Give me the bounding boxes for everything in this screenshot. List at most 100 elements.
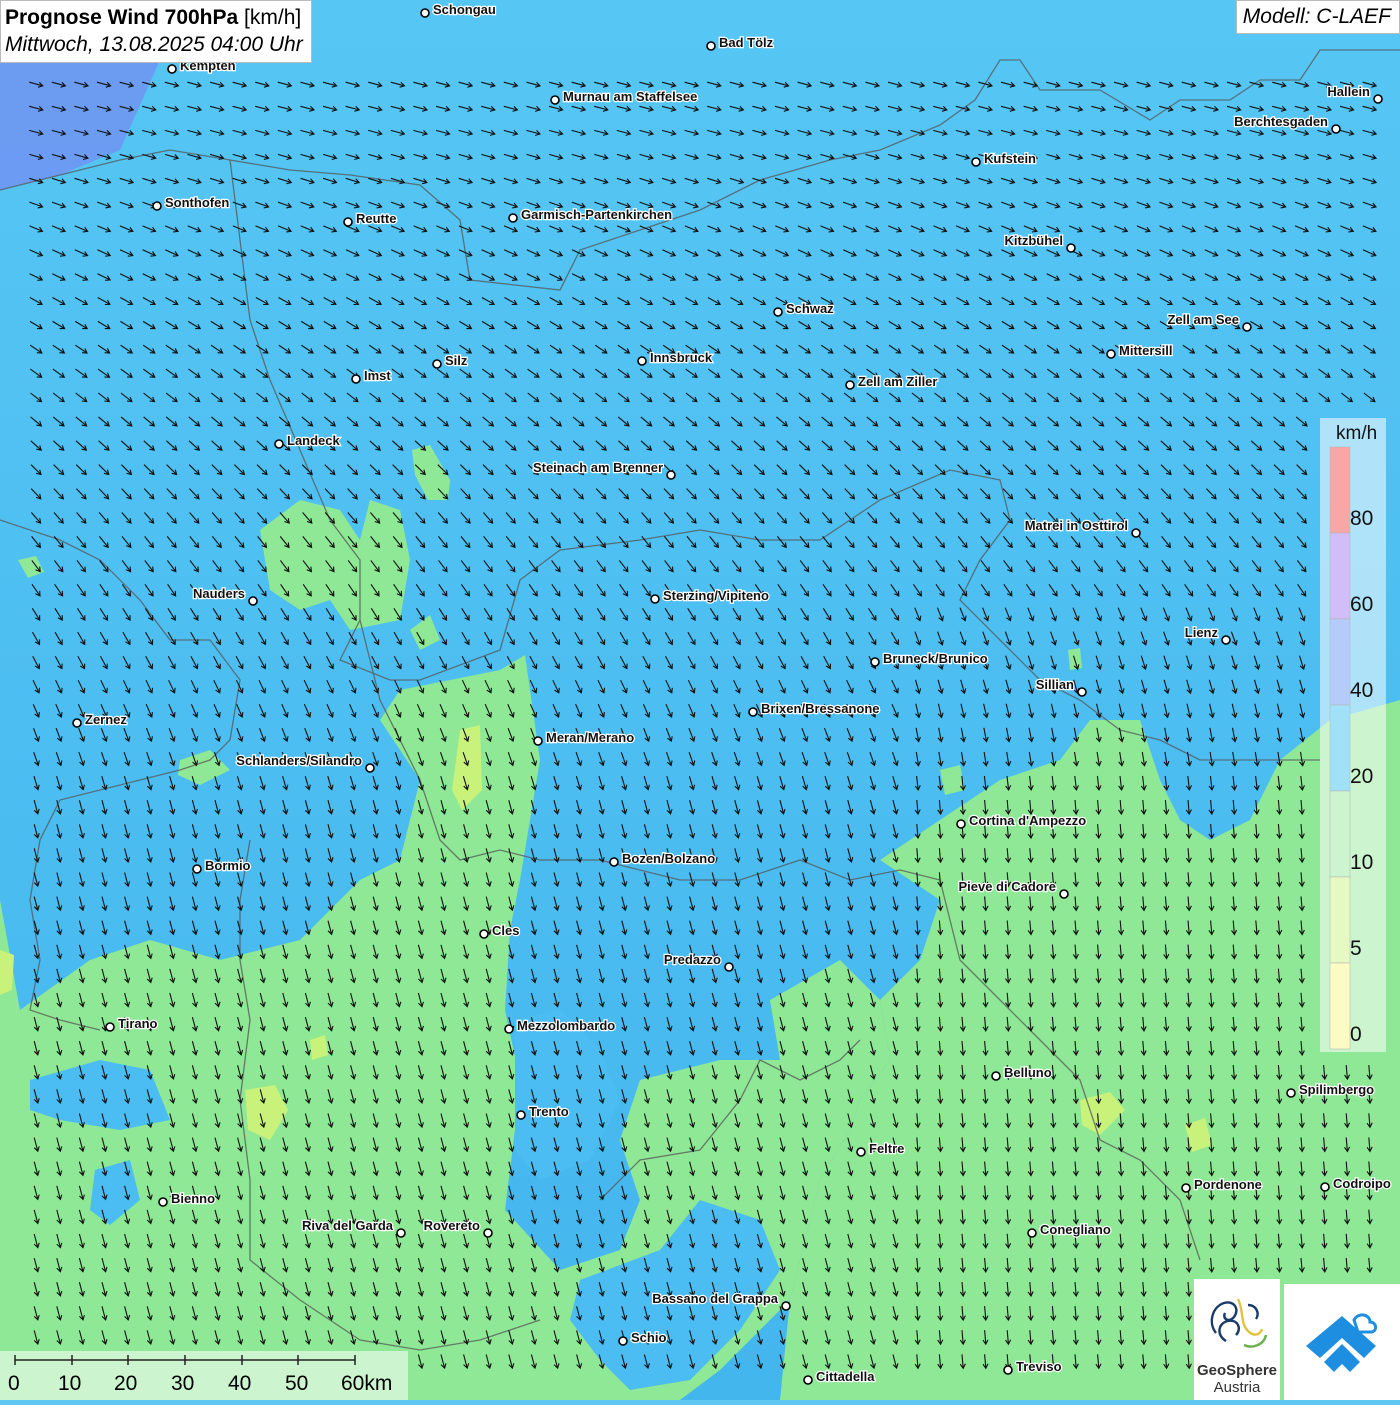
forecast-datetime: Mittwoch, 13.08.2025 04:00 Uhr	[5, 33, 303, 56]
city-dot	[971, 157, 981, 167]
legend-label: 60	[1350, 593, 1374, 616]
city-dot	[365, 763, 375, 773]
city-dot	[1242, 322, 1252, 332]
city-marker: Sterzing/Vipiteno	[650, 587, 770, 604]
model-label: Modell: C-LAEF	[1235, 0, 1400, 34]
city-dot	[167, 64, 177, 74]
city-label: Sonthofen	[165, 195, 229, 210]
scale-label: 50	[285, 1372, 309, 1395]
city-marker: Meran/Merano	[533, 729, 635, 746]
city-label: Cles	[492, 923, 519, 938]
city-dot	[248, 596, 258, 606]
warning-cloud-icon	[1306, 1313, 1378, 1372]
city-marker: Bruneck/Brunico	[870, 650, 989, 667]
city-dot	[1181, 1183, 1191, 1193]
city-label: Innsbruck	[650, 350, 713, 365]
city-dot	[803, 1375, 813, 1385]
city-dot	[479, 929, 489, 939]
city-dot	[870, 657, 880, 667]
city-dot	[618, 1336, 628, 1346]
legend-label: 40	[1350, 679, 1374, 702]
legend-unit: km/h	[1336, 423, 1378, 444]
city-label: Mezzolombardo	[517, 1018, 615, 1033]
city-marker: Murnau am Staffelsee	[550, 88, 699, 105]
city-dot	[991, 1071, 1001, 1081]
city-label: Bozen/Bolzano	[622, 851, 715, 866]
scale-label: 30	[171, 1372, 195, 1395]
legend-label: 5	[1350, 937, 1362, 960]
city-dot	[192, 864, 202, 874]
city-dot	[845, 380, 855, 390]
city-label: Lienz	[1185, 625, 1219, 640]
city-label: Riva del Garda	[302, 1218, 394, 1233]
city-marker: Brixen/Bressanone	[748, 700, 881, 717]
city-dot	[1003, 1365, 1013, 1375]
city-label: Pordenone	[1194, 1177, 1262, 1192]
city-dot	[343, 217, 353, 227]
city-label: Feltre	[869, 1141, 904, 1156]
city-label: Zernez	[85, 712, 127, 727]
city-label: Nauders	[193, 586, 245, 601]
warning-app-logo[interactable]	[1284, 1284, 1400, 1400]
city-label: Zell am Ziller	[858, 374, 937, 389]
city-label: Tirano	[118, 1016, 158, 1031]
city-dot	[533, 736, 543, 746]
city-label: Hallein	[1327, 84, 1370, 99]
city-label: Predazzo	[664, 952, 721, 967]
city-label: Brixen/Bressanone	[761, 701, 880, 716]
city-dot	[152, 201, 162, 211]
city-label: Imst	[364, 368, 391, 383]
city-dot	[1131, 528, 1141, 538]
city-marker: Sonthofen	[152, 194, 231, 211]
city-label: Mittersill	[1119, 343, 1172, 358]
wind-map: SchongauBad TölzKemptenMurnau am Staffel…	[0, 0, 1400, 1400]
city-dot	[609, 857, 619, 867]
city-label: Spilimbergo	[1299, 1082, 1374, 1097]
city-label: Bassano del Grappa	[652, 1291, 778, 1306]
city-dot	[508, 213, 518, 223]
city-dot	[637, 356, 647, 366]
legend-label: 20	[1350, 765, 1374, 788]
city-marker: Bozen/Bolzano	[609, 850, 716, 867]
geosphere-name-1: GeoSphere	[1196, 1362, 1278, 1379]
city-label: Sillian	[1036, 677, 1074, 692]
city-label: Schlanders/Silandro	[236, 753, 362, 768]
city-marker: Pordenone	[1181, 1176, 1263, 1193]
city-dot	[666, 470, 676, 480]
city-dot	[1077, 687, 1087, 697]
city-dot	[773, 307, 783, 317]
city-label: Berchtesgaden	[1234, 114, 1328, 129]
city-dot	[781, 1301, 791, 1311]
city-dot	[396, 1228, 406, 1238]
city-dot	[1373, 94, 1383, 104]
city-label: Treviso	[1016, 1359, 1062, 1374]
city-dot	[105, 1022, 115, 1032]
city-dot	[72, 718, 82, 728]
legend-label: 80	[1350, 507, 1374, 530]
city-label: Cortina d'Ampezzo	[969, 813, 1086, 828]
city-label: Belluno	[1004, 1065, 1052, 1080]
city-label: Bienno	[171, 1191, 215, 1206]
city-label: Bruneck/Brunico	[883, 651, 988, 666]
legend-label: 0	[1350, 1023, 1362, 1046]
map-title-bold: Prognose Wind 700hPa	[5, 6, 239, 29]
city-dot	[724, 962, 734, 972]
city-dot	[1331, 124, 1341, 134]
scale-label: 40	[228, 1372, 252, 1395]
city-dot	[706, 41, 716, 51]
city-label: Meran/Merano	[546, 730, 634, 745]
city-dot	[483, 1228, 493, 1238]
city-label: Schio	[631, 1330, 666, 1345]
city-dot	[420, 8, 430, 18]
city-label: Pieve di Cadore	[958, 879, 1056, 894]
city-label: Matrei in Osttirol	[1025, 518, 1128, 533]
city-label: Cittadella	[816, 1369, 875, 1384]
geosphere-logo[interactable]: GeoSphere Austria	[1194, 1279, 1280, 1400]
city-label: Murnau am Staffelsee	[563, 89, 697, 104]
scale-label: 60km	[341, 1372, 393, 1395]
city-label: Kitzbühel	[1005, 233, 1064, 248]
city-marker: Conegliano	[1027, 1221, 1112, 1238]
city-label: Schwaz	[786, 301, 834, 316]
city-label: Zell am See	[1167, 312, 1239, 327]
city-label: Schongau	[433, 2, 496, 17]
